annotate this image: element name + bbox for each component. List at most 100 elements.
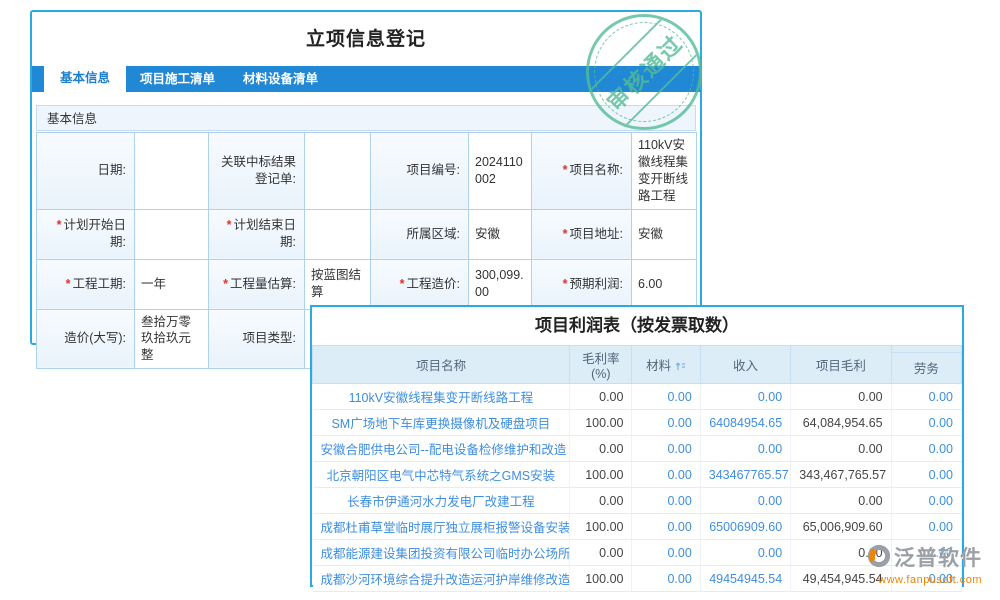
income-cell[interactable]: 65006909.60 [700,513,792,540]
labor-cell[interactable]: 0.00 [891,513,963,540]
margin-cell: 100.00 [569,409,633,436]
margin-cell: 0.00 [569,435,633,462]
income-cell[interactable]: 0.00 [700,435,792,462]
income-cell[interactable]: 0.00 [700,487,792,514]
fanpu-logo-url: www.fanpusoft.com [878,574,982,586]
profit-row: 成都杜甫草堂临时展厅独立展柜报警设备安装项目 100.00 0.00 65006909… [312,513,963,540]
column-header-4[interactable]: 收入 [699,345,792,384]
field-label: 造价(大写): [36,308,135,370]
required-asterisk: * [399,276,405,291]
labor-cell[interactable]: 0.00 [891,383,963,410]
income-cell[interactable]: 49454945.54 [700,565,792,592]
material-cell[interactable]: 0.00 [631,461,701,488]
tab-3[interactable]: 材料设备清单 [229,63,332,92]
field-value[interactable]: 按蓝图结算 [304,258,371,310]
project-name-link[interactable]: 成都能源建设集团投资有限公司临时办公场所装修改 [312,539,571,566]
labor-cell[interactable]: 0.00 [891,487,963,514]
material-cell[interactable]: 0.00 [631,435,701,462]
column-header-3[interactable]: 材料 [631,345,701,384]
field-label: * 计划开始日期: [36,208,135,260]
material-cell[interactable]: 0.00 [631,383,701,410]
margin-cell: 0.00 [569,539,633,566]
field-label: * 计划结束日期: [208,208,305,260]
field-value[interactable] [304,208,371,260]
material-cell[interactable]: 0.00 [631,513,701,540]
field-label: 日期: [36,132,135,210]
field-value[interactable] [134,208,209,260]
fanpu-logo: 泛普软件 www.fanpusoft.com [866,543,982,586]
field-label: 所属区域: [370,208,469,260]
fanpu-logo-name: 泛普软件 [894,546,982,570]
stamp-text: 审核通过 [602,30,688,116]
tab-1[interactable]: 基本信息 [44,60,127,92]
material-cell[interactable]: 0.00 [631,487,701,514]
profit-panel-title: 项目利润表（按发票取数） [312,307,962,345]
field-value[interactable]: 叁拾万零玖拾玖元整 [134,308,209,370]
gross-profit-cell: 343,467,765.57 [790,461,892,488]
column-header-1[interactable]: 项目名称 [311,345,571,384]
margin-cell: 0.00 [569,487,633,514]
material-cell[interactable]: 0.00 [631,565,701,592]
field-value[interactable]: 安徽 [468,208,532,260]
field-value[interactable]: 一年 [134,258,209,310]
margin-cell: 100.00 [569,461,633,488]
project-name-link[interactable]: SM广场地下车库更换摄像机及硬盘项目 [312,409,571,436]
project-name-link[interactable]: 成都杜甫草堂临时展厅独立展柜报警设备安装项目 [312,513,571,540]
required-asterisk: * [562,276,568,291]
column-header-5[interactable]: 项目毛利 [790,345,892,384]
project-name-link[interactable]: 110kV安徽线程集变开断线路工程 [312,383,571,410]
profit-row: 成都沙河环境综合提升改造运河护岸维修改造 100.00 0.00 49454945.5… [312,565,963,592]
income-cell[interactable]: 0.00 [700,539,792,566]
field-label: 项目类型: [208,308,305,370]
field-value[interactable] [304,132,371,210]
field-label: * 项目名称: [531,132,632,210]
field-value[interactable]: 300,099.00 [468,258,532,310]
income-cell[interactable]: 64084954.65 [700,409,792,436]
field-value[interactable] [134,132,209,210]
project-name-link[interactable]: 成都沙河环境综合提升改造运河护岸维修改造 [312,565,571,592]
labor-cell[interactable]: 0.00 [891,461,963,488]
profit-table-body: 110kV安徽线程集变开断线路工程 0.00 0.00 0.00 0.00 0.00 SM广… [312,383,963,592]
required-asterisk: * [56,218,62,233]
column-header-2[interactable]: 毛利率 (%) [569,345,633,384]
field-label: 关联中标结果登记单: [208,132,305,210]
required-asterisk: * [223,276,229,291]
field-label: * 项目地址: [531,208,632,260]
material-cell[interactable]: 0.00 [631,539,701,566]
labor-cell[interactable]: 0.00 [891,409,963,436]
material-cell[interactable]: 0.00 [631,409,701,436]
profit-table-head: 项目名称 毛利率 (%) 材料 收入 项目毛利 劳务 [311,345,963,385]
column-header-6[interactable]: 劳务 [890,351,963,385]
profit-row: 安徽合肥供电公司--配电设备检修维护和改造 0.00 0.00 0.00 0.00 0.0… [312,435,963,462]
field-label: * 工程造价: [370,258,469,310]
labor-cell[interactable]: 0.00 [891,435,963,462]
section-header: 基本信息 [36,105,696,131]
field-label: * 工程量估算: [208,258,305,310]
margin-cell: 100.00 [569,513,633,540]
field-value[interactable]: 安徽 [631,208,697,260]
gross-profit-cell: 0.00 [790,487,892,514]
project-name-link[interactable]: 长春市伊通河水力发电厂改建工程 [312,487,571,514]
profit-row: 110kV安徽线程集变开断线路工程 0.00 0.00 0.00 0.00 0.00 [312,383,963,410]
required-asterisk: * [65,276,71,291]
gross-profit-cell: 0.00 [790,435,892,462]
required-asterisk: * [562,226,568,241]
field-value[interactable]: 6.00 [631,258,697,310]
profit-row: 北京朝阳区电气中芯特气系统之GMS安装 100.00 0.00 343467765.5… [312,461,963,488]
profit-row: 成都能源建设集团投资有限公司临时办公场所装修改0.000.000.000.000… [312,539,963,566]
income-cell[interactable]: 343467765.57 [700,461,792,488]
tab-2[interactable]: 项目施工清单 [126,63,229,92]
margin-cell: 100.00 [569,565,633,592]
fanpu-logo-icon [866,543,892,573]
sort-icon[interactable] [675,360,686,374]
margin-cell: 0.00 [569,383,633,410]
profit-table: 项目名称 毛利率 (%) 材料 收入 项目毛利 劳务 110kV安徽线程集变开断线路工程 0… [311,345,963,592]
income-cell[interactable]: 0.00 [700,383,792,410]
form-row: * 工程工期: 一年 * 工程量估算: 按蓝图结算 * 工程造价: 300,099.00 * 预期利… [36,258,697,310]
profit-head-row-1: 项目名称 毛利率 (%) 材料 收入 项目毛利 [311,345,963,384]
project-name-link[interactable]: 北京朝阳区电气中芯特气系统之GMS安装 [312,461,571,488]
project-name-link[interactable]: 安徽合肥供电公司--配电设备检修维护和改造 [312,435,571,462]
field-value[interactable]: 2024110002 [468,132,532,210]
form-row: * 计划开始日期: * 计划结束日期: 所属区域: 安徽 * 项目地址: 安徽 [36,208,697,260]
required-asterisk: * [226,218,232,233]
